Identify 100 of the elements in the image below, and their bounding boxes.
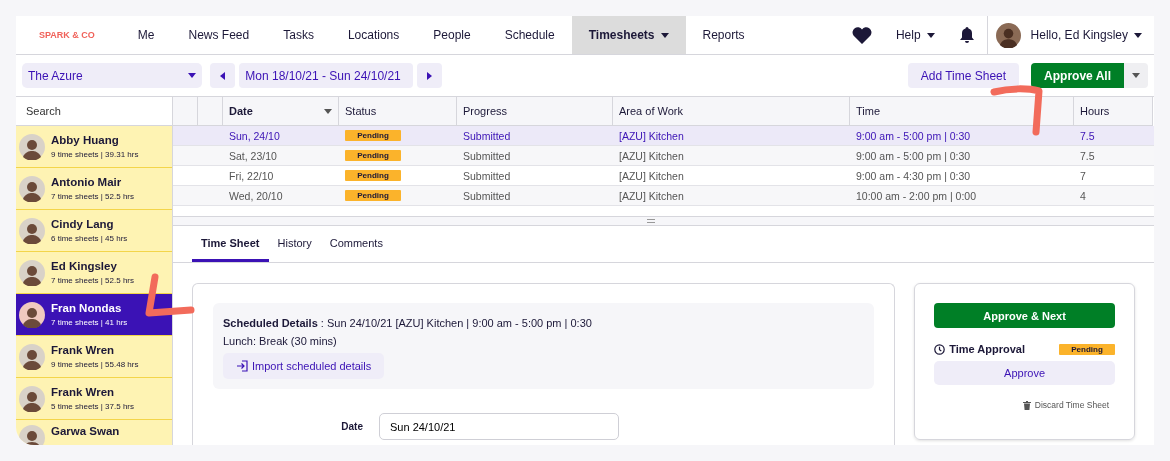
next-week-button[interactable] (417, 63, 442, 88)
hours-cell-text: 7 (1079, 168, 1087, 184)
status-badge: Pending (345, 150, 401, 161)
date-range-select[interactable]: Mon 18/10/21 - Sun 24/10/21 (239, 63, 413, 88)
status-badge: Pending (345, 170, 401, 181)
caret-icon (926, 32, 935, 38)
person-summary: 7 time sheets | 52.5 hrs (51, 192, 134, 201)
area-cell-text: [AZU] Kitchen (618, 148, 685, 164)
area-cell-text: [AZU] Kitchen (618, 128, 685, 144)
detail-tab[interactable]: Comments (320, 226, 392, 262)
caret-icon (324, 108, 332, 114)
nav-tab[interactable]: Schedule (487, 16, 572, 54)
date-cell-text: Fri, 22/10 (228, 168, 275, 184)
time-cell-text: 10:00 am - 2:00 pm | 0:00 (855, 188, 978, 204)
table-row[interactable]: Sat, 23/10 Pending Submitted [AZU] Kitchen 9:00 am - 5:00 pm | 0:30 7.5 (173, 146, 1154, 166)
nav-tab[interactable]: Me (120, 16, 172, 54)
bell-icon[interactable] (958, 26, 975, 44)
approve-all-button[interactable]: Approve All (1031, 63, 1124, 88)
person-item[interactable]: Cindy Lang 6 time sheets | 45 hrs (16, 210, 172, 252)
detail-tab[interactable]: History (268, 226, 321, 262)
avatar (19, 301, 45, 328)
date-label: Date (340, 421, 363, 432)
right-triangle-icon (427, 71, 432, 80)
import-button[interactable]: Import scheduled details (223, 353, 385, 379)
caret-icon (1134, 32, 1142, 38)
nav-tab[interactable]: Timesheets (571, 16, 686, 54)
nav-tab[interactable]: Tasks (266, 16, 331, 54)
person-item[interactable]: Abby Huang 9 time sheets | 39.31 hrs (16, 126, 172, 168)
status-badge: Pending (345, 130, 401, 141)
person-summary: 6 time sheets | 45 hrs (51, 234, 128, 243)
progress-cell-text: Submitted (462, 188, 512, 204)
progress-cell-text: Submitted (462, 148, 512, 164)
person-name: Cindy Lang (51, 218, 115, 230)
person-item[interactable]: Antonio Mair 7 time sheets | 52.5 hrs (16, 168, 172, 210)
help-menu[interactable]: Help (883, 16, 947, 54)
avatar (19, 217, 45, 244)
date-cell-text: Wed, 20/10 (228, 188, 284, 204)
time-cell-text: 9:00 am - 5:00 pm | 0:30 (855, 148, 972, 164)
time-cell-text: 9:00 am - 5:00 pm | 0:30 (855, 128, 972, 144)
person-item[interactable]: Fran Nondas 7 time sheets | 41 hrs (16, 294, 172, 336)
avatar (19, 133, 45, 160)
person-item[interactable]: Frank Wren 9 time sheets | 55.48 hrs (16, 336, 172, 378)
person-summary: 7 time sheets | 52.5 hrs (51, 276, 134, 285)
nav-tab[interactable]: Reports (685, 16, 762, 54)
person-summary: 7 time sheets | 41 hrs (51, 318, 128, 327)
progress-cell-text: Submitted (462, 168, 512, 184)
column-header[interactable]: Area of Work (613, 97, 850, 126)
time-cell-text: 9:00 am - 4:30 pm | 0:30 (855, 168, 972, 184)
avatar[interactable] (995, 22, 1021, 48)
avatar (19, 259, 45, 286)
hours-cell-text: 4 (1079, 188, 1087, 204)
hours-cell-text: 7.5 (1079, 128, 1096, 144)
area-cell-text: [AZU] Kitchen (618, 188, 685, 204)
person-name: Antonio Mair (51, 176, 123, 188)
status-badge: Pending (1059, 343, 1115, 355)
person-name: Abby Huang (51, 134, 120, 146)
area-cell-text: [AZU] Kitchen (618, 168, 685, 184)
caret-icon (660, 32, 669, 38)
discard-link[interactable]: Discard Time Sheet (1016, 399, 1115, 411)
column-header[interactable]: Date (223, 97, 339, 126)
avatar (19, 175, 45, 202)
caret-icon (188, 73, 196, 78)
person-summary: 9 time sheets | 39.31 hrs (51, 150, 139, 159)
date-field[interactable]: Sun 24/10/21 (379, 413, 619, 440)
approve-next-button[interactable]: Approve & Next (934, 303, 1115, 328)
column-header[interactable]: Time (850, 97, 1074, 126)
clock-icon (934, 343, 946, 355)
search-field[interactable]: Search (16, 97, 172, 126)
resize-handle-icon[interactable] (647, 219, 655, 223)
detail-tab[interactable]: Time Sheet (192, 226, 269, 262)
nav-tab[interactable]: News Feed (171, 16, 267, 54)
location-select[interactable]: The Azure (22, 63, 202, 88)
hours-cell-text: 7.5 (1079, 148, 1096, 164)
table-row[interactable]: Wed, 20/10 Pending Submitted [AZU] Kitchen 10:00 am - 2:00 pm | 0:00 4 (173, 186, 1154, 206)
person-item[interactable]: Garwa Swan (16, 420, 172, 445)
annotation-mark (145, 273, 195, 317)
caret-icon (1132, 73, 1140, 78)
approve-options-button[interactable] (1124, 63, 1148, 88)
time-approval-title: Time Approval (949, 343, 1025, 355)
add-time-sheet-button[interactable]: Add Time Sheet (907, 63, 1020, 88)
person-item[interactable]: Frank Wren 5 time sheets | 37.5 hrs (16, 378, 172, 420)
approve-button[interactable]: Approve (934, 361, 1115, 385)
column-header[interactable]: Hours (1074, 97, 1153, 126)
avatar (19, 343, 45, 370)
heart-icon[interactable] (851, 26, 872, 44)
previous-week-button[interactable] (210, 63, 235, 88)
table-row[interactable]: Sun, 24/10 Pending Submitted [AZU] Kitchen 9:00 am - 5:00 pm | 0:30 7.5 (173, 126, 1154, 146)
person-name: Fran Nondas (51, 302, 123, 314)
person-name: Ed Kingsley (51, 260, 118, 272)
person-name: Frank Wren (51, 386, 116, 398)
status-badge: Pending (345, 190, 401, 201)
column-header[interactable]: Progress (457, 97, 613, 126)
date-cell-text: Sat, 23/10 (228, 148, 278, 164)
user-menu[interactable]: Hello, Ed Kingsley (1026, 28, 1142, 42)
annotation-mark (990, 85, 1043, 136)
avatar (19, 425, 45, 445)
nav-tab[interactable]: Locations (330, 16, 417, 54)
nav-tab[interactable]: People (416, 16, 488, 54)
column-header[interactable]: Status (339, 97, 457, 126)
progress-cell-text: Submitted (462, 128, 512, 144)
